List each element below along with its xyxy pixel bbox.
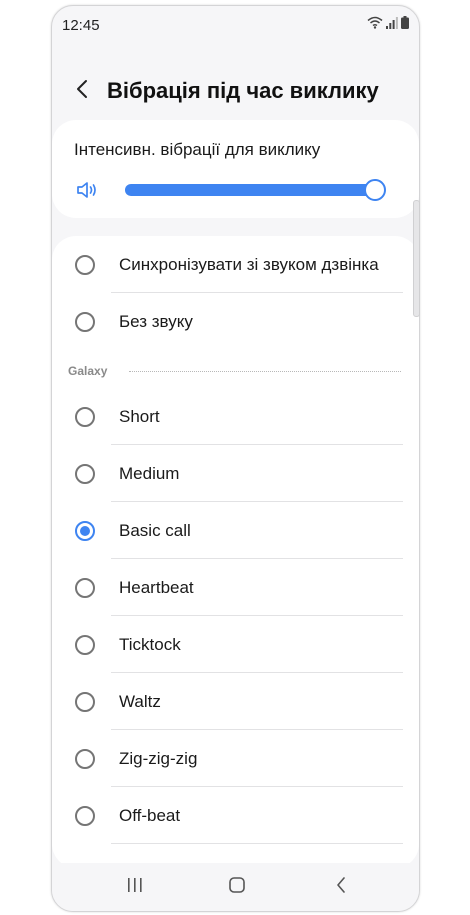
radio-button[interactable] xyxy=(75,806,95,826)
chevron-left-icon xyxy=(76,79,88,104)
radio-button[interactable] xyxy=(75,312,95,332)
intensity-card: Інтенсивн. вібрації для виклику xyxy=(52,120,419,218)
status-bar: 12:45 xyxy=(52,6,419,46)
radio-button[interactable] xyxy=(75,464,95,484)
recent-apps-icon xyxy=(127,877,143,897)
option-label: Short xyxy=(119,407,160,426)
option-heartbeat[interactable]: Heartbeat xyxy=(52,559,419,616)
option-label: Zig-zig-zig xyxy=(119,749,198,768)
battery-icon xyxy=(401,16,409,34)
option-sync-ringtone[interactable]: Синхронізувати зі звуком дзвінка xyxy=(52,236,419,293)
status-time: 12:45 xyxy=(62,17,100,34)
option-short[interactable]: Short xyxy=(52,388,419,445)
option-label: Basic call xyxy=(119,521,191,540)
section-divider xyxy=(129,371,401,372)
navigation-bar xyxy=(52,863,419,911)
option-label: Off-beat xyxy=(119,806,181,825)
radio-button[interactable] xyxy=(75,749,95,769)
radio-button[interactable] xyxy=(75,521,95,541)
option-label: Medium xyxy=(119,464,180,483)
slider-fill xyxy=(125,184,375,196)
option-waltz[interactable]: Waltz xyxy=(52,673,419,730)
option-ticktock[interactable]: Ticktock xyxy=(52,616,419,673)
option-label: Синхронізувати зі звуком дзвінка xyxy=(119,255,379,274)
wifi-icon xyxy=(367,16,383,34)
option-basic-call[interactable]: Basic call xyxy=(52,502,419,559)
header: Вібрація під час виклику xyxy=(52,66,419,116)
nav-back-button[interactable] xyxy=(326,873,356,901)
radio-button[interactable] xyxy=(75,692,95,712)
page-title: Вібрація під час виклику xyxy=(107,78,379,103)
radio-button[interactable] xyxy=(75,578,95,598)
radio-button[interactable] xyxy=(75,407,95,427)
options-card: Синхронізувати зі звуком дзвінка Без зву… xyxy=(52,236,419,868)
radio-button[interactable] xyxy=(75,635,95,655)
back-button[interactable] xyxy=(70,76,94,106)
phone-screen: 12:45 Вібрація під час виклику Інтенсивн… xyxy=(51,5,420,912)
recent-apps-button[interactable] xyxy=(120,873,150,901)
option-medium[interactable]: Medium xyxy=(52,445,419,502)
home-button[interactable] xyxy=(222,873,252,901)
option-label: Без звуку xyxy=(119,312,193,331)
option-label: Heartbeat xyxy=(119,578,194,597)
intensity-label: Інтенсивн. вібрації для виклику xyxy=(74,140,321,159)
side-button xyxy=(413,200,420,317)
back-icon xyxy=(335,876,347,899)
section-header-galaxy: Galaxy xyxy=(52,356,419,386)
vibrate-speaker-icon xyxy=(75,178,99,202)
option-zig-zig-zig[interactable]: Zig-zig-zig xyxy=(52,730,419,787)
slider-thumb[interactable] xyxy=(364,179,386,201)
option-label: Ticktock xyxy=(119,635,181,654)
option-off-beat[interactable]: Off-beat xyxy=(52,787,419,844)
status-icons xyxy=(367,16,409,34)
option-no-sound[interactable]: Без звуку xyxy=(52,293,419,350)
option-label: Waltz xyxy=(119,692,161,711)
radio-button[interactable] xyxy=(75,255,95,275)
section-label: Galaxy xyxy=(68,364,108,378)
intensity-slider[interactable] xyxy=(125,179,386,201)
home-icon xyxy=(228,876,246,899)
signal-icon xyxy=(386,16,398,34)
